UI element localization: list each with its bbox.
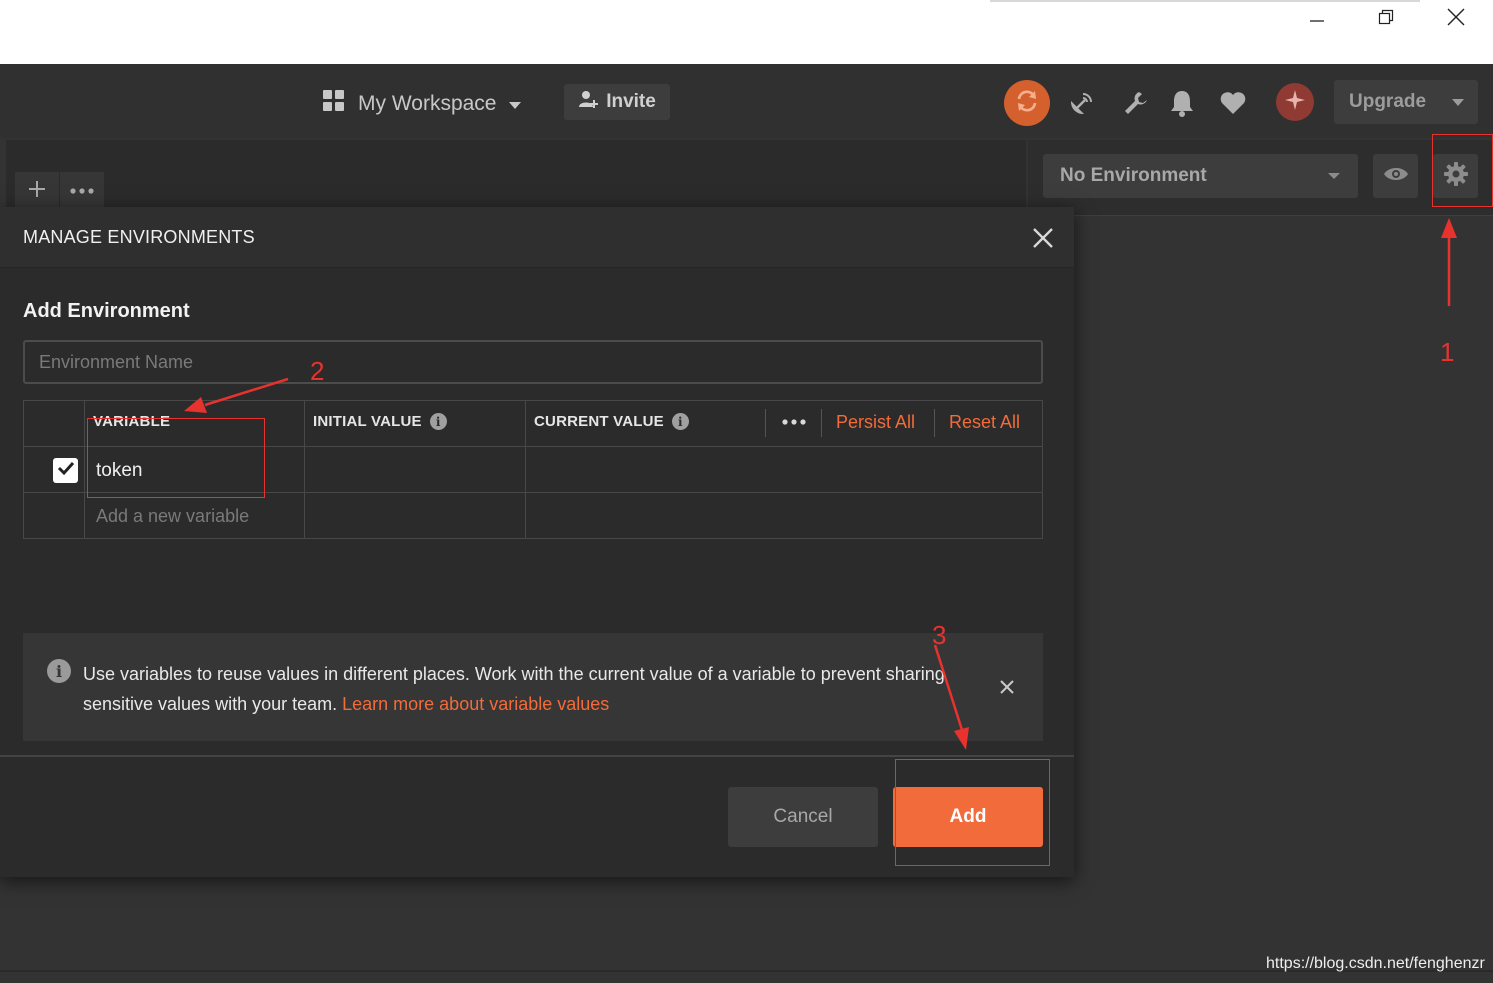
upgrade-button[interactable]: Upgrade <box>1334 80 1478 124</box>
column-divider <box>525 401 526 538</box>
variable-enabled-checkbox[interactable] <box>53 458 78 483</box>
more-icon <box>69 182 95 200</box>
header-divider <box>821 409 822 437</box>
info-icon: i <box>47 659 71 683</box>
close-icon[interactable] <box>995 675 1019 699</box>
workspace-label: My Workspace <box>358 92 497 115</box>
section-title: Add Environment <box>23 300 190 322</box>
modal-title: MANAGE ENVIRONMENTS <box>23 227 255 247</box>
sparkle-icon <box>1284 89 1306 116</box>
check-icon <box>57 460 75 481</box>
heart-icon[interactable] <box>1218 88 1248 118</box>
annotation-box-2 <box>87 418 265 498</box>
persist-all-button[interactable]: Persist All <box>836 412 915 433</box>
invite-label: Invite <box>606 91 656 112</box>
annotation-number-3: 3 <box>932 620 947 650</box>
upgrade-label: Upgrade <box>1349 91 1427 112</box>
info-icon[interactable]: i <box>429 413 447 430</box>
annotation-number-1: 1 <box>1440 337 1455 367</box>
eye-icon <box>1383 166 1409 187</box>
watermark: https://blog.csdn.net/fenghenzr <box>1266 955 1485 972</box>
cancel-button[interactable]: Cancel <box>728 787 878 847</box>
column-divider <box>304 401 305 538</box>
bell-icon[interactable] <box>1167 88 1197 118</box>
modal-footer-divider <box>0 755 1074 757</box>
chevron-down-icon[interactable] <box>1438 97 1478 107</box>
column-header-label: INITIAL VALUE <box>313 413 422 430</box>
restore-icon[interactable] <box>1372 4 1400 30</box>
close-icon[interactable] <box>1029 224 1057 252</box>
satellite-icon[interactable] <box>1067 88 1097 118</box>
wrench-icon[interactable] <box>1121 88 1151 118</box>
new-tab-button[interactable] <box>15 172 59 210</box>
environment-quick-look-button[interactable] <box>1373 154 1418 198</box>
sync-icon <box>1014 88 1040 119</box>
info-banner: i Use variables to reuse values in diffe… <box>23 633 1043 741</box>
avatar[interactable] <box>1276 83 1314 121</box>
grid-icon <box>322 89 346 119</box>
window-titlebar <box>0 0 1493 64</box>
header-divider <box>765 409 766 437</box>
add-user-icon <box>578 89 599 115</box>
header-divider <box>934 409 935 437</box>
sync-button[interactable] <box>1004 80 1050 126</box>
reset-all-button[interactable]: Reset All <box>949 412 1020 433</box>
titlebar-shadow <box>990 0 1420 2</box>
tab-strip <box>6 140 1026 212</box>
tab-options-button[interactable] <box>60 172 104 210</box>
environment-select-label: No Environment <box>1060 165 1207 186</box>
column-header-initial-value: INITIAL VALUE i <box>313 413 447 430</box>
column-header-label: CURRENT VALUE <box>534 413 664 430</box>
column-header-current-value: CURRENT VALUE i <box>534 413 689 430</box>
environment-select[interactable]: No Environment <box>1043 154 1358 198</box>
annotation-number-2: 2 <box>310 356 325 386</box>
annotation-box-3 <box>895 759 1050 866</box>
more-icon[interactable] <box>769 407 819 437</box>
new-variable-input[interactable]: Add a new variable <box>96 506 249 527</box>
environment-name-input[interactable] <box>23 340 1043 384</box>
info-icon[interactable]: i <box>671 413 689 430</box>
invite-button[interactable]: Invite <box>564 84 670 120</box>
chevron-down-icon <box>1310 172 1358 180</box>
annotation-box-1 <box>1432 134 1493 207</box>
app-header: My Workspace Invite Upgrade <box>0 64 1493 138</box>
workspace-switcher[interactable]: My Workspace <box>322 86 522 122</box>
table-row-new: Add a new variable <box>24 493 1042 539</box>
minimize-icon[interactable] <box>1303 4 1331 30</box>
banner-text: Use variables to reuse values in differe… <box>83 659 963 719</box>
modal-header: MANAGE ENVIRONMENTS <box>0 207 1074 268</box>
chevron-down-icon <box>508 92 522 116</box>
window-close-icon[interactable] <box>1442 4 1470 30</box>
column-divider <box>84 401 85 538</box>
learn-more-link[interactable]: Learn more about variable values <box>342 694 609 714</box>
plus-icon <box>27 179 47 204</box>
